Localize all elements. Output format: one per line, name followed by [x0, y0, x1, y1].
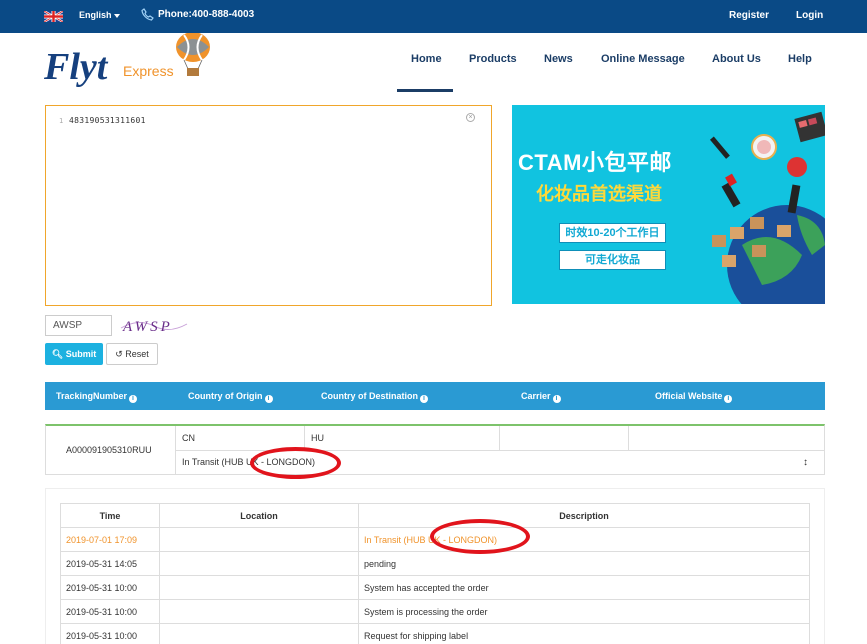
- search-icon: 🔍︎: [51, 349, 66, 359]
- logo-sub: Express: [123, 63, 174, 79]
- event-location: [159, 527, 359, 552]
- language-label: English: [79, 10, 112, 20]
- summary-destination: HU: [311, 433, 324, 443]
- event-location: [159, 575, 359, 600]
- table-row: 2019-05-31 14:05 pending: [60, 551, 810, 576]
- event-time: 2019-07-01 17:09: [60, 527, 160, 552]
- top-bar: English Phone:400-888-4003 Register Logi…: [0, 0, 867, 33]
- cell-divider: [499, 426, 500, 451]
- captcha-input[interactable]: AWSP: [45, 315, 112, 336]
- event-description: System has accepted the order: [358, 575, 810, 600]
- summary-top-cells: CN HU: [175, 426, 825, 451]
- summary-origin: CN: [182, 433, 195, 443]
- summary-tracking-number: A000091905310RUU: [66, 445, 152, 455]
- clear-icon[interactable]: ×: [466, 113, 475, 122]
- uk-flag-icon[interactable]: [44, 11, 63, 22]
- event-location: [159, 623, 359, 644]
- event-description: System is processing the order: [358, 599, 810, 624]
- nav-news[interactable]: News: [544, 53, 573, 65]
- chevron-down-icon: [113, 13, 120, 18]
- column-description: Description: [358, 503, 810, 528]
- reset-icon: ↺: [115, 349, 126, 359]
- table-row: 2019-05-31 10:00 System is processing th…: [60, 599, 810, 624]
- nav-about-us[interactable]: About Us: [712, 53, 761, 65]
- info-icon[interactable]: i: [264, 395, 273, 403]
- flyt-express-logo[interactable]: Flyt Express: [44, 33, 219, 91]
- tracking-number-value: 483190531311601: [69, 116, 146, 125]
- header-label: Country of Origin: [188, 391, 263, 401]
- header-official-website: Official Website i: [655, 391, 733, 403]
- captcha-image[interactable]: AWSP: [119, 314, 189, 336]
- event-location: [159, 599, 359, 624]
- table-header-row: Time Location Description: [60, 503, 810, 528]
- nav-home[interactable]: Home: [411, 53, 442, 65]
- header-carrier: Carrier i: [521, 391, 561, 403]
- logo-word: Flyt: [44, 46, 109, 88]
- phone-number: Phone:400-888-4003: [158, 9, 255, 20]
- tracking-summary-row[interactable]: A000091905310RUU CN HU In Transit (HUB U…: [45, 424, 825, 475]
- banner-tag-delivery: 时效10-20个工作日: [559, 223, 666, 243]
- nav-products[interactable]: Products: [469, 53, 517, 65]
- login-link[interactable]: Login: [796, 10, 823, 21]
- banner-subtitle: 化妆品首选渠道: [536, 184, 662, 204]
- nav-active-indicator: [397, 89, 453, 92]
- reset-button[interactable]: ↺ Reset: [106, 343, 158, 365]
- info-icon[interactable]: i: [129, 395, 138, 403]
- results-header: TrackingNumber i Country of Origin i Count…: [45, 382, 825, 410]
- event-time: 2019-05-31 14:05: [60, 551, 160, 576]
- header-label: Country of Destination: [321, 391, 418, 401]
- phone-icon: [141, 8, 154, 21]
- event-location: [159, 551, 359, 576]
- nav-online-message[interactable]: Online Message: [601, 53, 685, 65]
- info-icon[interactable]: i: [724, 395, 733, 403]
- submit-label: Submit: [65, 349, 97, 359]
- table-row: 2019-05-31 10:00 Request for shipping la…: [60, 623, 810, 644]
- annotation-oval: [250, 447, 341, 479]
- submit-button[interactable]: 🔍︎ Submit: [45, 343, 103, 365]
- header-tracking-number: TrackingNumber i: [56, 391, 138, 403]
- table-row: 2019-05-31 10:00 System has accepted the…: [60, 575, 810, 600]
- tracking-detail-panel: Time Location Description 2019-07-01 17:…: [45, 488, 825, 644]
- header-label: Carrier: [521, 391, 551, 401]
- header-label: TrackingNumber: [56, 391, 128, 401]
- column-location: Location: [159, 503, 359, 528]
- register-link[interactable]: Register: [729, 10, 769, 21]
- event-description: pending: [358, 551, 810, 576]
- promo-banner[interactable]: CTAM小包平邮 化妆品首选渠道 时效10-20个工作日 可走化妆品: [512, 105, 825, 304]
- event-time: 2019-05-31 10:00: [60, 599, 160, 624]
- tracking-events-table: Time Location Description 2019-07-01 17:…: [60, 503, 810, 644]
- info-icon[interactable]: i: [552, 395, 561, 403]
- globe-cosmetics-illustration: [709, 111, 825, 304]
- captcha-text: AWSP: [122, 319, 173, 335]
- header-country-destination: Country of Destination i: [321, 391, 428, 403]
- nav-help[interactable]: Help: [788, 53, 812, 65]
- banner-title: CTAM小包平邮: [518, 150, 672, 175]
- annotation-oval: [430, 519, 530, 554]
- event-time: 2019-05-31 10:00: [60, 575, 160, 600]
- event-time: 2019-05-31 10:00: [60, 623, 160, 644]
- banner-tag-cosmetics: 可走化妆品: [559, 250, 666, 270]
- cell-divider: [628, 426, 629, 451]
- expand-icon[interactable]: ↕: [803, 457, 808, 468]
- event-description: Request for shipping label: [358, 623, 810, 644]
- header-label: Official Website: [655, 391, 723, 401]
- reset-label: Reset: [125, 349, 149, 359]
- tracking-number-textarea[interactable]: 1 483190531311601 ×: [45, 105, 492, 306]
- column-time: Time: [60, 503, 160, 528]
- info-icon[interactable]: i: [420, 395, 428, 403]
- line-number: 1: [59, 117, 64, 125]
- balloon-icon: [176, 33, 210, 76]
- event-description: In Transit (HUB UK - LONGDON): [358, 527, 810, 552]
- language-selector[interactable]: English: [79, 10, 120, 20]
- header-country-origin: Country of Origin i: [188, 391, 273, 403]
